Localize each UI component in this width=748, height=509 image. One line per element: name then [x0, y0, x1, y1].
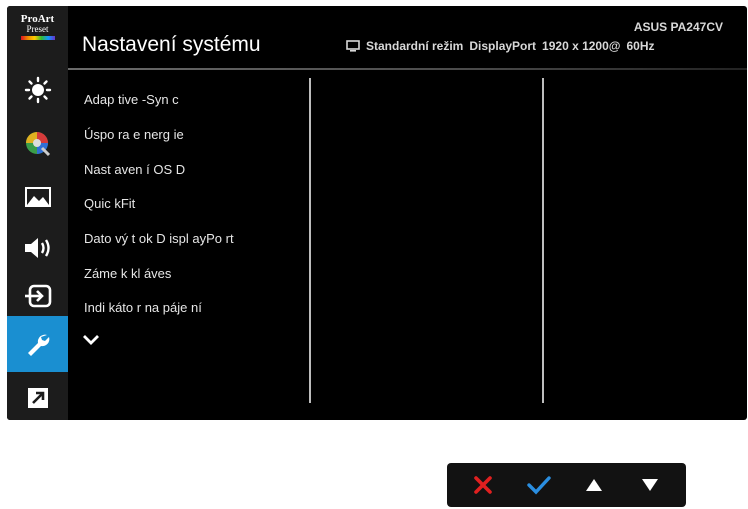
sidebar-item-image[interactable] [7, 169, 68, 225]
logo-color-bar [20, 36, 55, 40]
image-icon [24, 187, 51, 207]
current-resolution: 1920 x 1200@ [542, 39, 621, 53]
menu-item-displayport-stream[interactable]: Dato vý t ok D ispl ayPo rt [84, 231, 234, 246]
main-panel: Nastavení systému ASUS PA247CV Standardn… [68, 6, 747, 420]
close-key[interactable] [465, 470, 501, 500]
status-bar: Standardní režim DisplayPort 1920 x 1200… [346, 39, 661, 53]
arrow-up-icon [586, 479, 603, 491]
key-guide [447, 463, 686, 507]
column-divider-2 [542, 78, 544, 403]
osd-window: ProArt Preset Nastavení systému ASUS PA2… [7, 6, 747, 420]
column-divider-1 [309, 78, 311, 403]
menu-item-key-lock[interactable]: Záme k kl áves [84, 266, 171, 281]
confirm-key[interactable] [521, 470, 557, 500]
check-icon [526, 476, 551, 495]
shortcut-icon [27, 388, 48, 408]
close-icon [474, 476, 492, 494]
sidebar-item-system-setup[interactable] [7, 316, 68, 372]
monitor-icon [346, 40, 360, 52]
sound-icon [24, 238, 50, 258]
color-icon [25, 132, 50, 157]
menu-item-eco-mode[interactable]: Úspo ra e nerg ie [84, 127, 184, 142]
model-name: ASUS PA247CV [633, 20, 723, 34]
up-key[interactable] [576, 470, 612, 500]
menu-item-adaptive-sync[interactable]: Adap tive -Syn c [84, 92, 179, 107]
chevron-down-icon[interactable] [82, 334, 100, 346]
current-input: DisplayPort [469, 39, 537, 53]
current-refresh: 60Hz [626, 39, 655, 53]
current-mode: Standardní režim [366, 39, 464, 53]
sidebar-item-brightness[interactable] [7, 62, 68, 118]
menu-item-power-indicator[interactable]: Indi káto r na páje ní [84, 300, 202, 315]
arrow-down-icon [642, 479, 659, 491]
wrench-icon [27, 334, 49, 356]
down-key[interactable] [632, 470, 668, 500]
sidebar: ProArt Preset [7, 6, 68, 420]
brightness-icon [24, 76, 51, 104]
logo-line2: Preset [26, 24, 49, 34]
menu-item-quickfit[interactable]: Quic kFit [84, 196, 135, 211]
header-divider [68, 68, 747, 70]
page-title: Nastavení systému [82, 33, 261, 56]
input-select-icon [24, 284, 51, 308]
menu-item-osd-setup[interactable]: Nast aven í OS D [84, 162, 185, 177]
sidebar-item-color[interactable] [7, 116, 68, 172]
proart-logo: ProArt Preset [11, 14, 64, 54]
sidebar-item-shortcut[interactable] [7, 370, 68, 420]
